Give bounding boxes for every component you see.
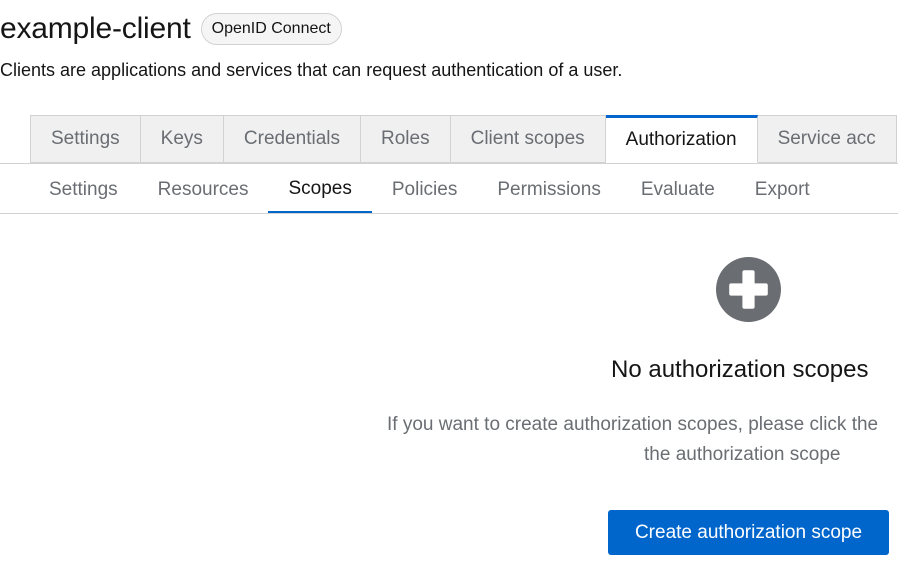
tab-credentials[interactable]: Credentials	[223, 115, 362, 163]
authorization-sub-tabs: Settings Resources Scopes Policies Permi…	[29, 166, 830, 214]
create-authorization-scope-button[interactable]: Create authorization scope	[608, 510, 889, 555]
subtab-settings[interactable]: Settings	[29, 166, 138, 214]
client-details-page: example-client OpenID Connect Clients ar…	[0, 0, 898, 571]
subtab-scopes[interactable]: Scopes	[268, 166, 372, 214]
empty-state-body-line2: the authorization scope	[644, 444, 841, 465]
empty-state-title: No authorization scopes	[611, 356, 869, 383]
empty-state-body-line1: If you want to create authorization scop…	[387, 414, 879, 435]
main-tabs-divider	[0, 163, 898, 164]
subtab-permissions[interactable]: Permissions	[477, 166, 620, 214]
subtab-resources[interactable]: Resources	[138, 166, 269, 214]
plus-circle-icon	[716, 257, 781, 322]
subtab-export[interactable]: Export	[735, 166, 830, 214]
protocol-badge: OpenID Connect	[200, 13, 342, 45]
page-title: example-client	[0, 12, 191, 45]
empty-state-body: If you want to create authorization scop…	[387, 410, 898, 470]
main-tabs: Settings Keys Credentials Roles Client s…	[30, 115, 897, 163]
page-subtitle: Clients are applications and services th…	[0, 60, 623, 80]
tab-settings[interactable]: Settings	[30, 115, 141, 163]
subtab-evaluate[interactable]: Evaluate	[621, 166, 735, 214]
tab-authorization[interactable]: Authorization	[605, 115, 758, 163]
tab-roles[interactable]: Roles	[361, 115, 451, 163]
subtab-policies[interactable]: Policies	[372, 166, 477, 214]
tab-service-accounts[interactable]: Service acc	[757, 115, 897, 163]
tab-client-scopes[interactable]: Client scopes	[450, 115, 606, 163]
tab-keys[interactable]: Keys	[140, 115, 224, 163]
sub-tabs-divider	[0, 213, 898, 214]
title-row: example-client OpenID Connect	[0, 12, 342, 46]
